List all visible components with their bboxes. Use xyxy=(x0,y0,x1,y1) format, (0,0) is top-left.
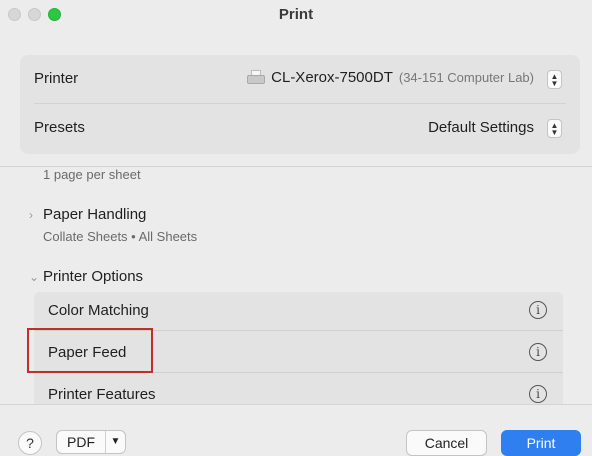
info-icon[interactable]: i xyxy=(529,301,547,319)
printer-options-title: Printer Options xyxy=(43,268,144,285)
highlight-box xyxy=(27,328,153,373)
printer-location: (34-151 Computer Lab) xyxy=(398,70,534,85)
info-icon[interactable]: i xyxy=(529,385,547,403)
printer-presets-panel: Printer CL-Xerox-7500DT (34-151 Computer… xyxy=(20,55,580,154)
presets-label: Presets xyxy=(34,119,85,136)
layout-summary: 1 page per sheet xyxy=(43,167,141,182)
chevron-right-icon: › xyxy=(29,208,33,222)
presets-popup-chevron-icon[interactable]: ▲ ▼ xyxy=(547,119,562,138)
chevron-down-icon[interactable]: ▼ xyxy=(105,431,125,453)
printer-popup-chevron-icon[interactable]: ▲ ▼ xyxy=(547,70,562,89)
cancel-button[interactable]: Cancel xyxy=(406,430,487,456)
presets-select[interactable]: Default Settings xyxy=(428,119,534,136)
pdf-menu-button[interactable]: PDF ▼ xyxy=(56,430,126,454)
list-item-label: Color Matching xyxy=(48,302,149,319)
presets-row: Presets Default Settings ▲ ▼ xyxy=(20,104,580,152)
title-bar: Print xyxy=(0,0,592,30)
print-button[interactable]: Print xyxy=(501,430,581,456)
help-button[interactable]: ? xyxy=(18,431,42,455)
footer-bar: ? PDF ▼ Cancel Print xyxy=(0,404,592,456)
info-icon[interactable]: i xyxy=(529,343,547,361)
window-title: Print xyxy=(278,6,314,23)
chevron-down-icon: ⌄ xyxy=(29,270,40,284)
list-item-label: Printer Features xyxy=(48,386,156,403)
printer-select[interactable]: CL-Xerox-7500DT (34-151 Computer Lab) xyxy=(245,69,534,86)
paper-handling-disclosure[interactable]: › Paper Handling xyxy=(29,206,146,223)
printer-row: Printer CL-Xerox-7500DT (34-151 Computer… xyxy=(20,55,580,103)
paper-handling-title: Paper Handling xyxy=(43,206,147,223)
printer-icon xyxy=(245,69,267,86)
paper-handling-summary: Collate Sheets • All Sheets xyxy=(43,229,198,244)
pdf-label: PDF xyxy=(67,434,95,450)
printer-label: Printer xyxy=(34,70,79,87)
printer-options-disclosure[interactable]: ⌄ Printer Options xyxy=(29,268,143,285)
printer-name: CL-Xerox-7500DT xyxy=(271,69,393,86)
